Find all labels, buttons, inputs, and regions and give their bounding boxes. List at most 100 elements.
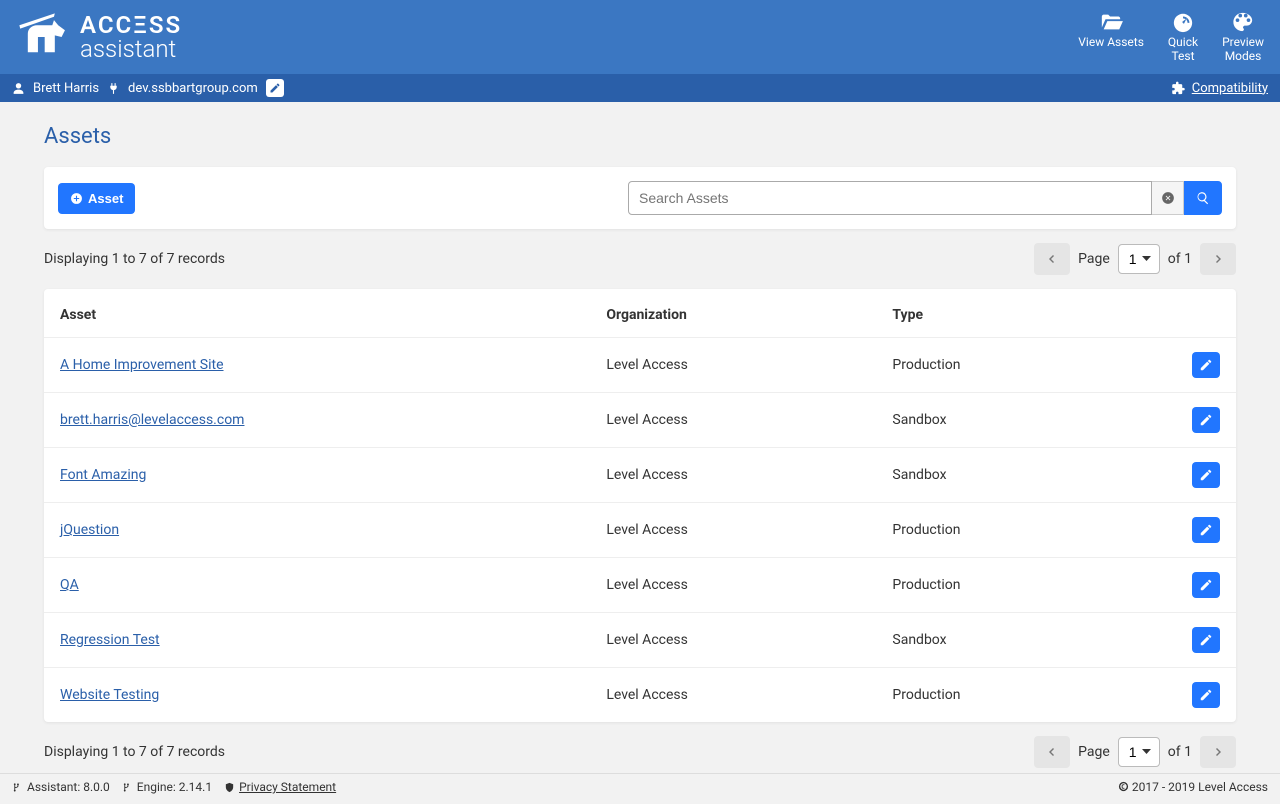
clear-search-button[interactable]	[1152, 181, 1184, 215]
nav-view-assets-label: View Assets	[1078, 35, 1144, 49]
page-title: Assets	[44, 124, 1236, 149]
compatibility-link[interactable]: Compatibility	[1192, 81, 1268, 96]
brand-logo: ACCΞSS assistant	[16, 10, 182, 64]
edit-asset-button[interactable]	[1192, 682, 1220, 708]
table-row: brett.harris@levelaccess.com Level Access…	[44, 393, 1236, 448]
header-nav: View Assets QuickTest PreviewModes	[1078, 11, 1264, 64]
assets-table-panel: Asset Organization Type A Home Improveme…	[44, 289, 1236, 722]
brand-line2: assistant	[80, 37, 182, 61]
pager-top: Page 1 of 1	[1034, 243, 1236, 275]
nav-quick-test-label: QuickTest	[1168, 35, 1198, 64]
edit-asset-button[interactable]	[1192, 572, 1220, 598]
asset-link[interactable]: QA	[60, 577, 79, 593]
col-organization: Organization	[592, 289, 878, 338]
engine-version: Engine: 2.14.1	[122, 780, 212, 794]
page-select[interactable]: 1	[1118, 244, 1160, 274]
folder-open-icon	[1098, 11, 1124, 33]
table-row: Font Amazing Level AccessSandbox	[44, 448, 1236, 503]
table-row: Regression Test Level AccessSandbox	[44, 613, 1236, 668]
nav-preview-modes[interactable]: PreviewModes	[1222, 11, 1264, 64]
arrow-left-icon	[1046, 253, 1058, 265]
asset-link[interactable]: Font Amazing	[60, 467, 146, 483]
puzzle-icon	[1171, 81, 1186, 96]
pencil-square-icon	[269, 82, 281, 94]
main-content: Assets Asset Displaying 1 to 7 of 7 reco…	[0, 102, 1280, 804]
edit-asset-button[interactable]	[1192, 627, 1220, 653]
edit-asset-button[interactable]	[1192, 462, 1220, 488]
table-row: A Home Improvement SiteLevel AccessProdu…	[44, 338, 1236, 393]
edit-asset-button[interactable]	[1192, 352, 1220, 378]
table-row: Website Testing Level AccessProduction	[44, 668, 1236, 723]
nav-preview-modes-label: PreviewModes	[1222, 35, 1264, 64]
pager-row-bottom: Displaying 1 to 7 of 7 records Page 1 of…	[44, 736, 1236, 768]
brand-line1: ACCΞSS	[80, 13, 182, 37]
asset-org: Level Access	[592, 503, 878, 558]
add-asset-button[interactable]: Asset	[58, 183, 135, 214]
plug-icon	[107, 82, 120, 95]
asset-link[interactable]: Website Testing	[60, 687, 159, 703]
records-summary: Displaying 1 to 7 of 7 records	[44, 251, 225, 267]
asset-org: Level Access	[592, 448, 878, 503]
page-of-label: of 1	[1168, 251, 1192, 267]
page-select-bottom[interactable]: 1	[1118, 737, 1160, 767]
asset-link[interactable]: jQuestion	[60, 522, 119, 538]
copyright-icon	[1118, 781, 1129, 792]
edit-domain-button[interactable]	[266, 79, 284, 97]
next-page-button[interactable]	[1200, 243, 1236, 275]
pencil-icon	[1199, 413, 1213, 427]
asset-type: Sandbox	[878, 393, 1140, 448]
assistant-version: Assistant: 8.0.0	[12, 780, 110, 794]
asset-org: Level Access	[592, 613, 878, 668]
page-of-label-bottom: of 1	[1168, 744, 1192, 760]
arrow-left-icon	[1046, 746, 1058, 758]
page-label-bottom: Page	[1078, 744, 1110, 760]
search-input[interactable]	[628, 181, 1152, 215]
table-row: jQuestionLevel AccessProduction	[44, 503, 1236, 558]
col-type: Type	[878, 289, 1140, 338]
dog-logo-icon	[16, 10, 70, 64]
page-label: Page	[1078, 251, 1110, 267]
records-summary-bottom: Displaying 1 to 7 of 7 records	[44, 744, 225, 760]
pencil-icon	[1199, 523, 1213, 537]
footer: Assistant: 8.0.0 Engine: 2.14.1 Privacy …	[0, 773, 1280, 800]
asset-type: Sandbox	[878, 613, 1140, 668]
nav-view-assets[interactable]: View Assets	[1078, 11, 1144, 49]
search-icon	[1196, 191, 1210, 205]
table-row: QALevel AccessProduction	[44, 558, 1236, 613]
asset-org: Level Access	[592, 668, 878, 723]
search-button[interactable]	[1184, 181, 1222, 215]
asset-link[interactable]: brett.harris@levelaccess.com	[60, 412, 244, 428]
pager-bottom: Page 1 of 1	[1034, 736, 1236, 768]
edit-asset-button[interactable]	[1192, 517, 1220, 543]
branch-icon	[122, 782, 133, 793]
nav-quick-test[interactable]: QuickTest	[1168, 11, 1198, 64]
pencil-icon	[1199, 688, 1213, 702]
asset-type: Sandbox	[878, 448, 1140, 503]
pencil-icon	[1199, 358, 1213, 372]
col-asset: Asset	[44, 289, 592, 338]
asset-link[interactable]: A Home Improvement Site	[60, 357, 224, 373]
edit-asset-button[interactable]	[1192, 407, 1220, 433]
copyright: 2017 - 2019 Level Access	[1118, 780, 1268, 794]
toolbar-panel: Asset	[44, 167, 1236, 229]
asset-type: Production	[878, 558, 1140, 613]
search-group	[628, 181, 1222, 215]
pencil-icon	[1199, 578, 1213, 592]
palette-icon	[1230, 11, 1256, 33]
prev-page-button-bottom[interactable]	[1034, 736, 1070, 768]
asset-org: Level Access	[592, 393, 878, 448]
pencil-icon	[1199, 633, 1213, 647]
next-page-button-bottom[interactable]	[1200, 736, 1236, 768]
privacy-link[interactable]: Privacy Statement	[224, 780, 336, 794]
arrow-right-icon	[1212, 746, 1224, 758]
domain-name: dev.ssbbartgroup.com	[128, 81, 258, 96]
prev-page-button[interactable]	[1034, 243, 1070, 275]
branch-icon	[12, 782, 23, 793]
user-name: Brett Harris	[33, 81, 99, 96]
shield-icon	[224, 782, 235, 793]
asset-link[interactable]: Regression Test	[60, 632, 160, 648]
arrow-right-icon	[1212, 253, 1224, 265]
asset-type: Production	[878, 668, 1140, 723]
gauge-icon	[1170, 11, 1196, 33]
pager-row-top: Displaying 1 to 7 of 7 records Page 1 of…	[44, 243, 1236, 275]
